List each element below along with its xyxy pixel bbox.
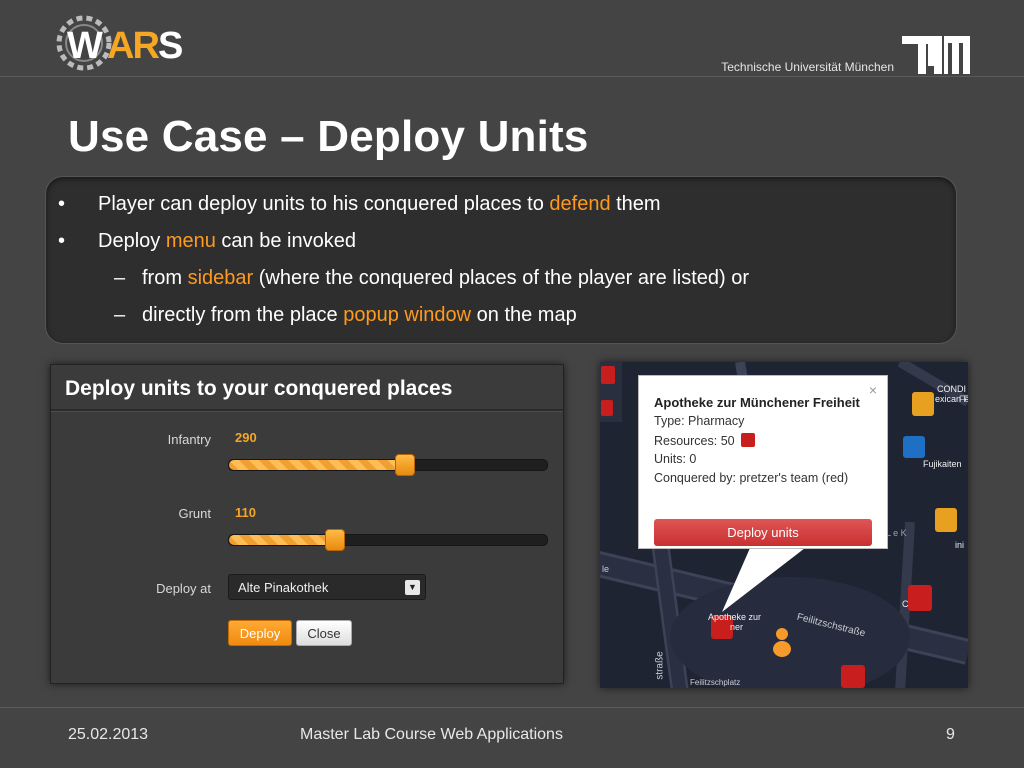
infantry-slider-handle[interactable] <box>394 454 415 476</box>
deploy-at-select[interactable]: Alte Pinakothek ▼ <box>228 574 426 600</box>
dialog-divider <box>51 409 563 412</box>
close-icon[interactable]: × <box>869 382 877 398</box>
chevron-down-icon[interactable]: ▼ <box>405 580 420 595</box>
deploy-button[interactable]: Deploy <box>228 620 292 646</box>
map-view[interactable]: Feilitzschstraße straße Feilitzschplatz … <box>600 362 968 688</box>
popup-units: Units: 0 <box>654 452 697 466</box>
svg-text:S: S <box>158 25 183 67</box>
grunt-slider[interactable] <box>228 529 548 551</box>
sub-bullet-2: – directly from the place popup window o… <box>114 304 577 326</box>
svg-text:W: W <box>67 25 103 67</box>
bullet-1: • Player can deploy units to his conquer… <box>58 193 661 215</box>
resource-icon <box>741 433 756 447</box>
popup-type: Type: Pharmacy <box>654 414 745 428</box>
deploy-dialog-title: Deploy units to your conquered places <box>65 377 453 400</box>
deploy-at-label: Deploy at <box>156 581 211 596</box>
grunt-value: 110 <box>235 505 256 520</box>
grunt-slider-fill <box>229 535 334 545</box>
footer-divider <box>0 707 1024 708</box>
deploy-at-value: Alte Pinakothek <box>238 580 329 595</box>
wars-logo: W AR S <box>56 15 183 71</box>
popup-title: Apotheke zur Münchener Freiheit <box>654 395 860 410</box>
university-name: Technische Universität München <box>721 60 894 74</box>
infantry-slider[interactable] <box>228 454 548 476</box>
header-divider <box>0 76 1024 77</box>
footer-course: Master Lab Course Web Applications <box>300 726 563 743</box>
footer-date: 25.02.2013 <box>68 726 149 743</box>
popup-conquered-by: Conquered by: pretzer's team (red) <box>654 471 849 485</box>
bullet-2: • Deploy menu can be invoked <box>58 230 356 252</box>
tum-logo <box>902 36 970 74</box>
deploy-units-button[interactable]: Deploy units <box>654 519 872 546</box>
deploy-units-dialog: Deploy units to your conquered places In… <box>50 364 564 684</box>
svg-text:AR: AR <box>107 25 159 67</box>
infantry-label: Infantry <box>167 432 211 447</box>
sub-bullet-1: – from sidebar (where the conquered plac… <box>114 267 750 289</box>
slide-title: Use Case – Deploy Units <box>68 112 589 161</box>
popup-resources: Resources: 50 <box>654 433 756 448</box>
bullet-box: • Player can deploy units to his conquer… <box>45 176 957 344</box>
infantry-slider-fill <box>229 460 404 470</box>
grunt-label: Grunt <box>178 506 211 521</box>
footer-page-number: 9 <box>946 726 955 743</box>
close-button[interactable]: Close <box>296 620 352 646</box>
infantry-value: 290 <box>235 430 257 445</box>
grunt-slider-handle[interactable] <box>324 529 345 551</box>
place-popup: × Apotheke zur Münchener Freiheit Type: … <box>638 375 888 549</box>
